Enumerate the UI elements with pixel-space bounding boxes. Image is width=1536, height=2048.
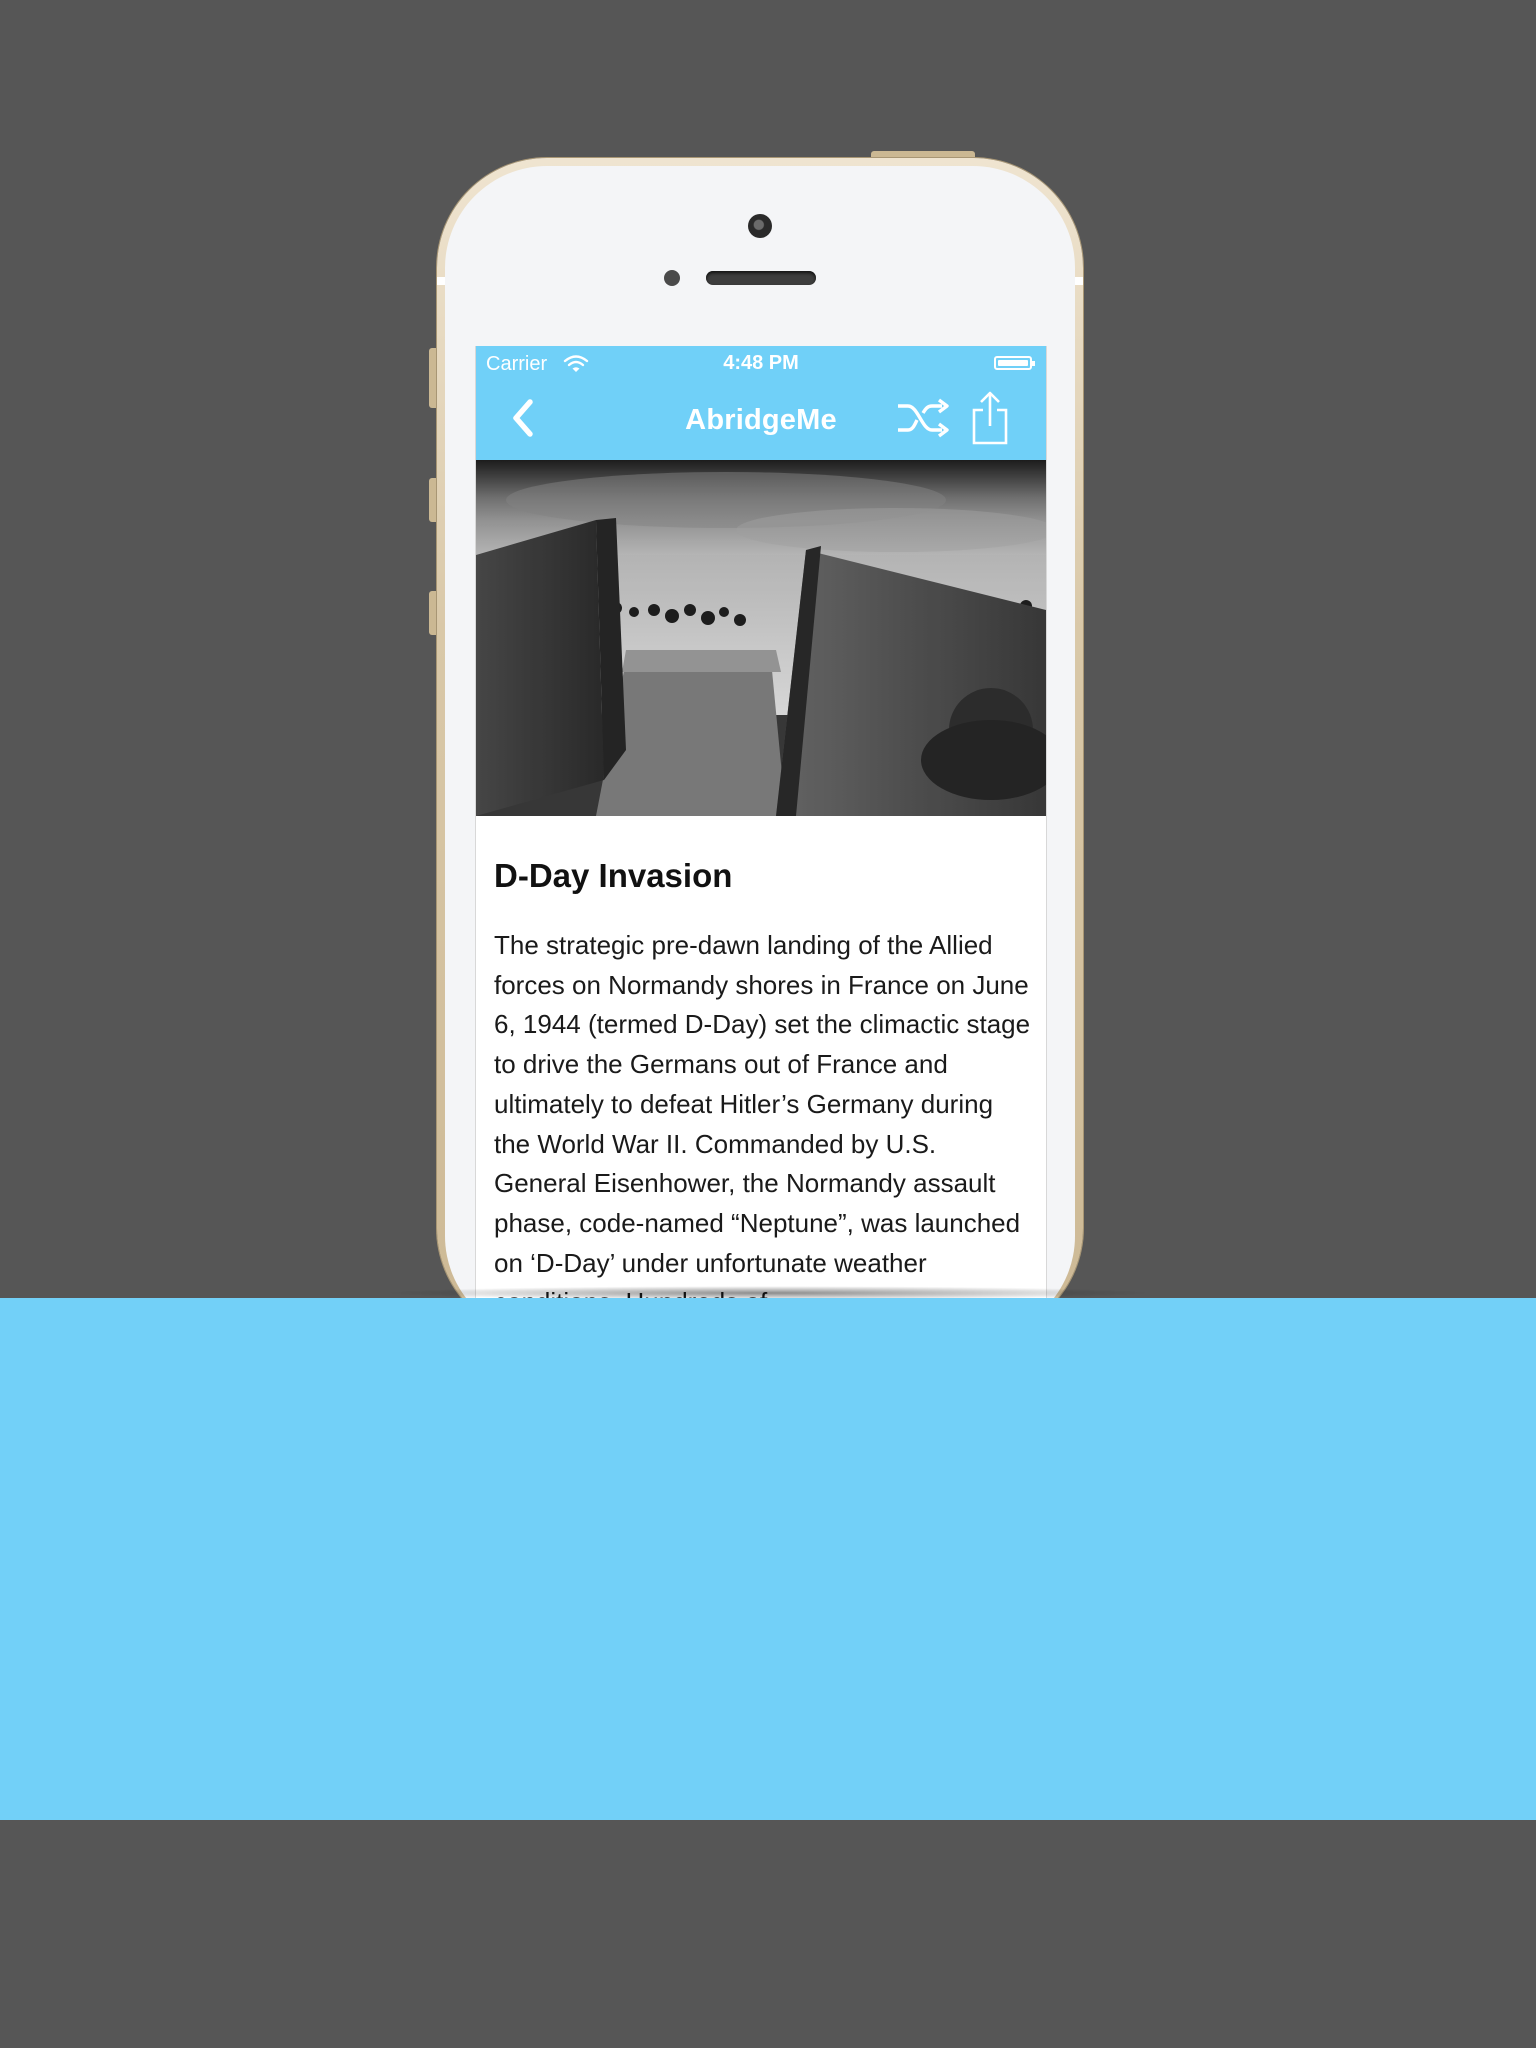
battery-icon [994, 356, 1035, 370]
promo-band [0, 1298, 1536, 1820]
front-camera [748, 214, 772, 238]
navigation-bar: AbridgeMe [476, 382, 1046, 460]
proximity-sensor [664, 270, 680, 286]
antenna-band [437, 277, 445, 285]
app-screen: Carrier 4:48 PM AbridgeMe D-Day Invasion… [475, 346, 1047, 1298]
article-title: D-Day Invasion [494, 857, 733, 894]
earpiece-speaker [706, 271, 816, 285]
nav-title: AbridgeMe [685, 404, 837, 436]
antenna-band [1075, 277, 1083, 285]
status-bar: Carrier 4:48 PM [476, 346, 1046, 382]
shuffle-icon[interactable] [896, 398, 950, 438]
share-icon[interactable] [970, 390, 1010, 446]
article: D-Day Invasion The strategic pre-dawn la… [494, 856, 1034, 1298]
landing-craft-beach-photo [476, 460, 1046, 816]
article-body: The strategic pre-dawn landing of the Al… [494, 930, 1031, 1298]
status-time: 4:48 PM [723, 352, 799, 374]
